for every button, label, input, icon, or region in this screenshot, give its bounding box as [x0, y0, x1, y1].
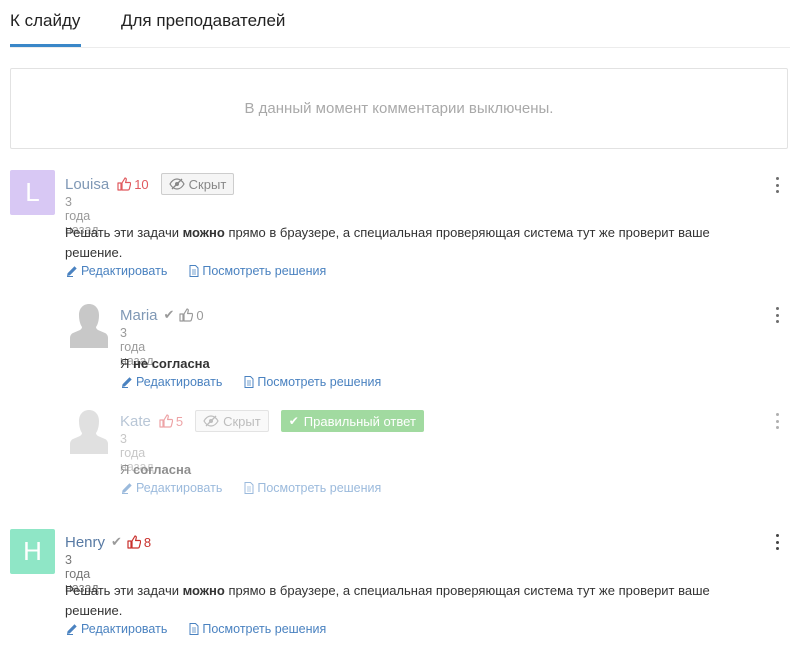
- like-button[interactable]: 5: [159, 414, 183, 429]
- view-solutions-link[interactable]: Посмотреть решения: [244, 375, 381, 389]
- comment-text: Я согласна: [120, 462, 192, 477]
- tab-to-slide[interactable]: К слайду: [10, 11, 80, 31]
- edit-link[interactable]: Редактировать: [121, 375, 222, 389]
- like-count: 10: [134, 176, 149, 192]
- pencil-icon: [122, 483, 132, 494]
- tab-for-teachers[interactable]: Для преподавателей: [121, 11, 285, 31]
- default-avatar-icon: [70, 410, 108, 454]
- more-menu-icon[interactable]: [774, 413, 780, 429]
- hidden-badge[interactable]: Скрыт: [160, 173, 235, 195]
- active-tab-indicator: [10, 44, 81, 47]
- like-count: 8: [143, 534, 152, 550]
- checkmark-icon: ✔: [163, 307, 175, 322]
- pencil-icon: [67, 624, 77, 635]
- comment-text: Решать эти задачи можно прямо в браузере…: [65, 225, 710, 260]
- like-button[interactable]: 8: [127, 535, 151, 550]
- comment-text: Решать эти задачи можно прямо в браузере…: [65, 583, 710, 618]
- like-button[interactable]: 0: [179, 307, 204, 323]
- more-menu-icon[interactable]: [774, 177, 780, 193]
- correct-answer-badge[interactable]: ✔ Правильный ответ: [280, 410, 424, 432]
- author-name[interactable]: Henry: [65, 534, 105, 551]
- comments-tabs: К слайду Для преподавателей: [10, 0, 790, 48]
- comments-disabled-notice: В данный момент комментарии выключены.: [10, 68, 788, 149]
- author-name[interactable]: Maria: [120, 307, 158, 324]
- pencil-icon: [67, 266, 77, 277]
- avatar: L: [10, 170, 55, 215]
- hidden-badge[interactable]: Скрыт: [195, 410, 269, 432]
- checkmark-icon: ✔: [111, 534, 122, 549]
- like-count: 5: [175, 413, 184, 429]
- eye-slash-icon: [168, 178, 185, 190]
- edit-link[interactable]: Редактировать: [66, 264, 167, 278]
- author-name[interactable]: Kate: [120, 413, 151, 430]
- like-button[interactable]: 10: [117, 176, 149, 192]
- edit-link[interactable]: Редактировать: [66, 622, 167, 636]
- thumbs-up-icon: [159, 414, 173, 428]
- pencil-icon: [122, 377, 132, 388]
- like-count: 0: [196, 307, 204, 323]
- more-menu-icon[interactable]: [774, 534, 780, 550]
- author-name[interactable]: Louisa: [65, 176, 109, 193]
- document-icon: [244, 376, 254, 388]
- view-solutions-link[interactable]: Посмотреть решения: [189, 264, 326, 278]
- default-avatar-icon: [70, 304, 108, 348]
- eye-slash-icon: [203, 415, 219, 427]
- document-icon: [244, 482, 254, 494]
- checkmark-icon: ✔: [288, 414, 299, 428]
- edit-link[interactable]: Редактировать: [121, 481, 222, 495]
- more-menu-icon[interactable]: [774, 307, 780, 323]
- thumbs-up-icon: [127, 535, 141, 549]
- view-solutions-link[interactable]: Посмотреть решения: [244, 481, 381, 495]
- avatar: H: [10, 529, 55, 574]
- comment-text: Я не согласна: [120, 356, 210, 371]
- document-icon: [189, 265, 199, 277]
- thumbs-up-icon: [179, 308, 194, 322]
- document-icon: [189, 623, 199, 635]
- comments-disabled-text: В данный момент комментарии выключены.: [244, 100, 554, 117]
- thumbs-up-icon: [117, 177, 132, 191]
- view-solutions-link[interactable]: Посмотреть решения: [189, 622, 326, 636]
